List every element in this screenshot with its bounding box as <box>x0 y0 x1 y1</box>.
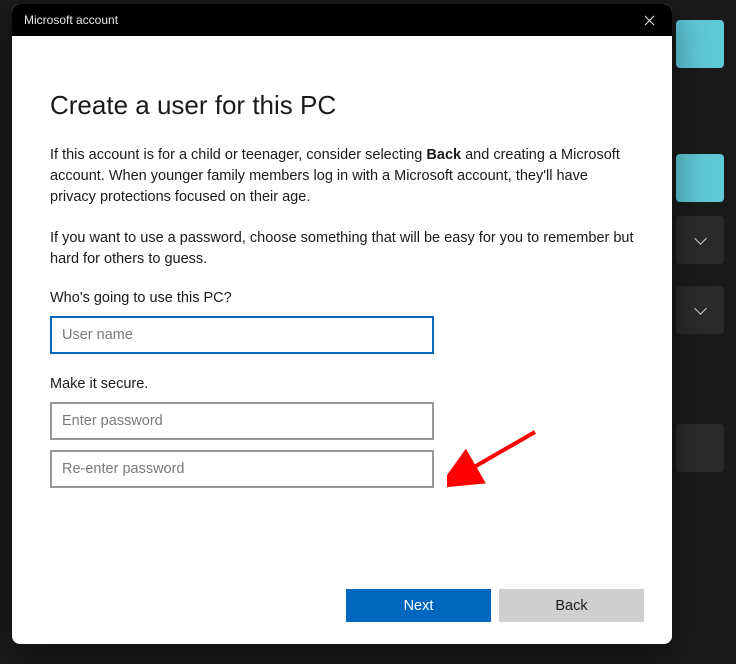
next-button[interactable]: Next <box>346 589 491 622</box>
chevron-down-icon <box>693 233 707 247</box>
window-title: Microsoft account <box>24 13 626 27</box>
password-input[interactable] <box>50 402 434 440</box>
titlebar: Microsoft account <box>12 4 672 36</box>
secure-label: Make it secure. <box>50 376 634 392</box>
bg-tile-3 <box>676 424 724 472</box>
close-icon <box>644 15 655 26</box>
password-hint-text: If you want to use a password, choose so… <box>50 228 634 270</box>
chevron-down-icon <box>693 303 707 317</box>
back-button[interactable]: Back <box>499 589 644 622</box>
username-input[interactable] <box>50 316 434 354</box>
bg-expander-2[interactable] <box>676 286 724 334</box>
intro-bold: Back <box>426 147 461 163</box>
bg-accent-tile-2 <box>676 154 724 202</box>
password-confirm-input[interactable] <box>50 450 434 488</box>
bg-accent-tile-1 <box>676 20 724 68</box>
close-button[interactable] <box>626 4 672 36</box>
page-heading: Create a user for this PC <box>50 90 634 121</box>
intro-prefix: If this account is for a child or teenag… <box>50 147 426 163</box>
bg-expander-1[interactable] <box>676 216 724 264</box>
who-label: Who's going to use this PC? <box>50 290 634 306</box>
annotation-arrow <box>447 426 547 496</box>
create-user-modal: Microsoft account Create a user for this… <box>12 4 672 644</box>
modal-content: Create a user for this PC If this accoun… <box>12 36 672 644</box>
footer-buttons: Next Back <box>346 589 644 622</box>
intro-text: If this account is for a child or teenag… <box>50 145 634 208</box>
